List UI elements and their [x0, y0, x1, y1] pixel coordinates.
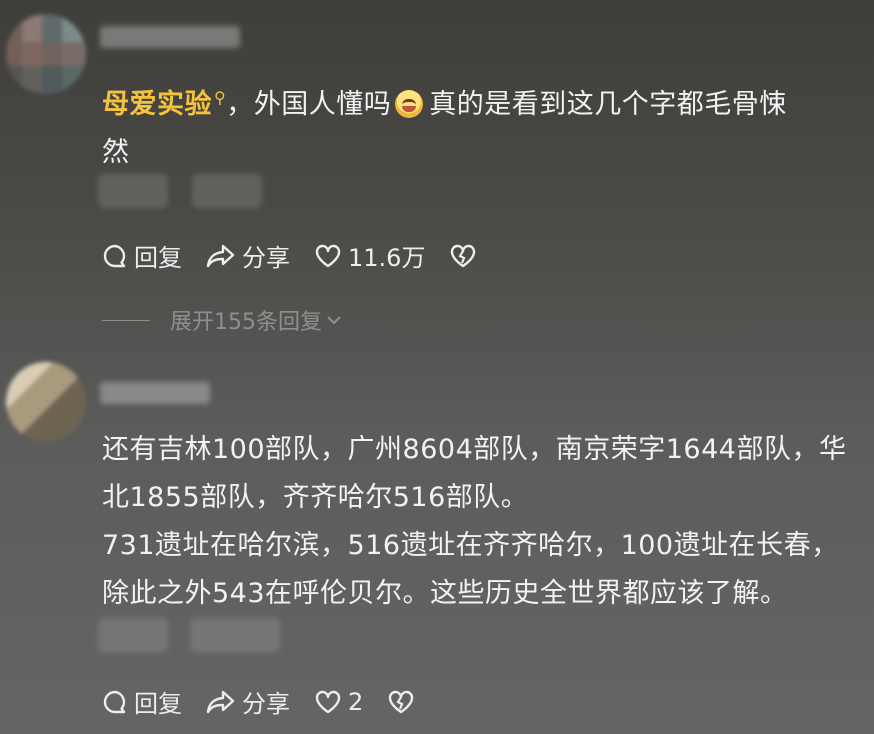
- comment-meta-blurred: [192, 174, 262, 208]
- share-label: 分享: [242, 690, 290, 718]
- mention-link[interactable]: 母爱实验 ⚲: [102, 88, 227, 120]
- share-arrow-icon: [206, 690, 235, 713]
- avatar[interactable]: [6, 14, 86, 94]
- comment-meta-blurred: [98, 618, 168, 652]
- emoji-grin-sweat-icon: [395, 90, 424, 118]
- reply-button[interactable]: 回复: [102, 238, 182, 273]
- comment-bubble-icon: [103, 244, 126, 267]
- dislike-button[interactable]: [449, 243, 483, 269]
- reply-button[interactable]: 回复: [102, 684, 182, 719]
- share-button[interactable]: 分享: [206, 238, 290, 273]
- comment-line: 731遗址在哈尔滨，516遗址在齐齐哈尔，100遗址在长春，: [102, 530, 839, 561]
- broken-heart-icon: [389, 690, 414, 713]
- share-label: 分享: [242, 244, 290, 272]
- divider: [102, 319, 150, 321]
- like-button[interactable]: 11.6万: [314, 238, 425, 273]
- avatar[interactable]: [6, 362, 86, 442]
- like-count: 11.6万: [348, 244, 426, 272]
- comment-text-segment: 真的是看到这几个字都毛骨悚: [429, 89, 787, 120]
- username-blurred[interactable]: [100, 382, 210, 404]
- reply-label: 回复: [134, 244, 182, 272]
- username-blurred[interactable]: [100, 26, 240, 48]
- heart-icon: [315, 244, 341, 267]
- share-button[interactable]: 分享: [206, 684, 290, 719]
- comment-meta-blurred: [190, 618, 280, 652]
- comment-text-segment: 然: [102, 137, 130, 168]
- dislike-button[interactable]: [387, 689, 421, 715]
- like-button[interactable]: 2: [314, 688, 363, 716]
- comment-line: 北1855部队，齐齐哈尔516部队。: [102, 482, 529, 513]
- share-arrow-icon: [206, 244, 235, 267]
- action-bar: 回复 分享 11.6万: [102, 238, 507, 273]
- comment-text-segment: ，外国人懂吗: [226, 89, 392, 120]
- action-bar: 回复 分享 2: [102, 684, 445, 719]
- comment-text: 还有吉林100部队，广州8604部队，南京荣字1644部队，华 北1855部队，…: [102, 426, 864, 618]
- like-count: 2: [348, 687, 364, 716]
- reply-label: 回复: [134, 690, 182, 718]
- broken-heart-icon: [451, 244, 476, 267]
- comment-text: 母爱实验 ⚲，外国人懂吗 真的是看到这几个字都毛骨悚 然: [102, 74, 864, 177]
- expand-replies-label: 展开155条回复: [170, 310, 322, 335]
- search-icon: ⚲: [214, 88, 227, 107]
- comment-line: 还有吉林100部队，广州8604部队，南京荣字1644部队，华: [102, 434, 847, 465]
- expand-replies-button[interactable]: 展开155条回复: [102, 304, 342, 336]
- chevron-down-icon: [327, 316, 341, 325]
- comment-line: 除此之外543在呼伦贝尔。这些历史全世界都应该了解。: [102, 578, 788, 609]
- comment-meta-blurred: [98, 174, 168, 208]
- heart-icon: [315, 690, 341, 713]
- comment-bubble-icon: [103, 690, 126, 713]
